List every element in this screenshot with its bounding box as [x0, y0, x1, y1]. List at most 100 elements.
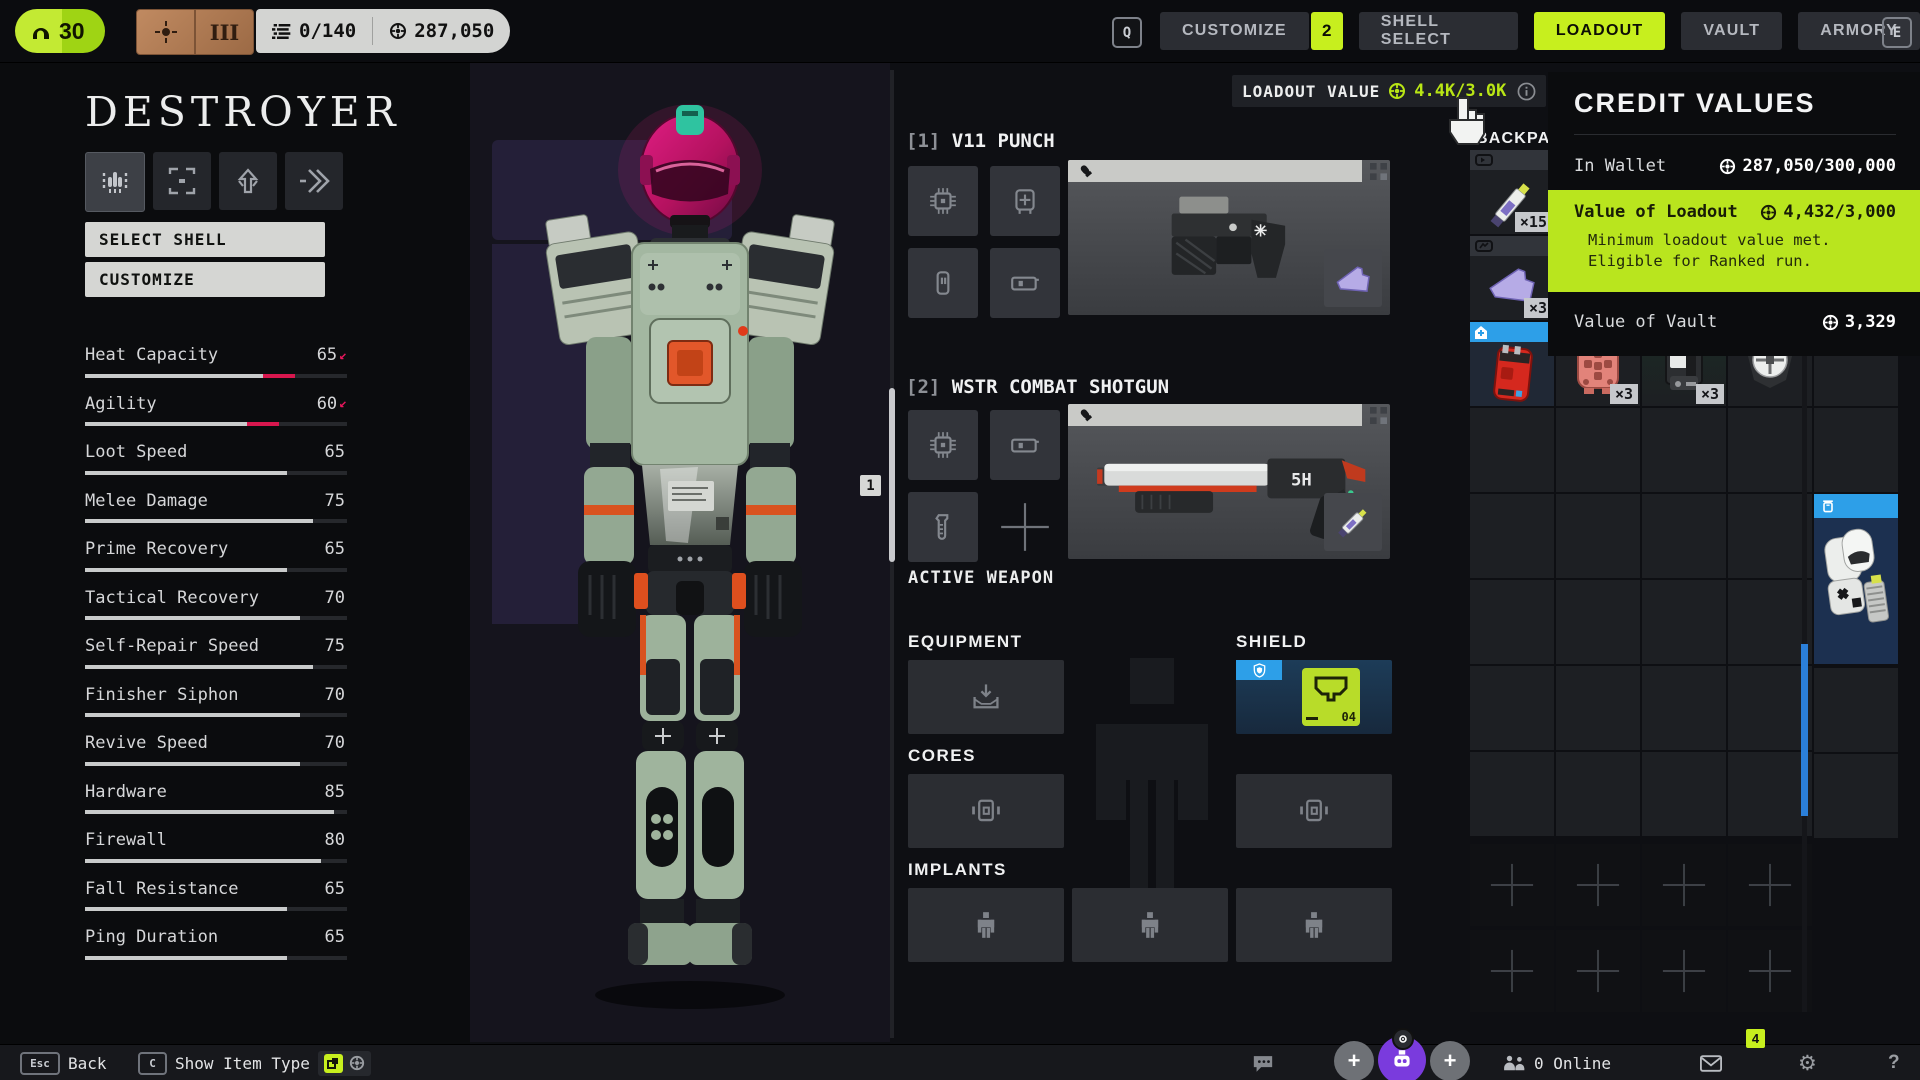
- back-button[interactable]: Esc Back: [20, 1045, 107, 1080]
- backpack-cell[interactable]: [1728, 494, 1812, 578]
- weapon2-header: [2] WSTR COMBAT SHOTGUN: [906, 376, 1169, 398]
- backpack-cell[interactable]: [1814, 408, 1898, 492]
- backpack-item-magazine[interactable]: ×3: [1470, 236, 1554, 320]
- person-icon: [1300, 911, 1328, 939]
- weapon2-slot-stock[interactable]: [990, 410, 1060, 480]
- stat-bar: [85, 422, 347, 426]
- select-shell-button[interactable]: SELECT SHELL: [85, 222, 325, 257]
- backpack-cell[interactable]: [1728, 580, 1812, 664]
- online-status[interactable]: 0 Online: [1502, 1045, 1611, 1080]
- backpack-cell[interactable]: [1470, 666, 1554, 750]
- stats-view-button[interactable]: [85, 152, 145, 212]
- stat-decrease-icon: ↙: [339, 396, 347, 411]
- weapon2-slot-chip[interactable]: [908, 410, 978, 480]
- implant-slot-1[interactable]: [908, 888, 1064, 962]
- backpack-cell[interactable]: [1642, 666, 1726, 750]
- backpack-cell[interactable]: [1814, 754, 1898, 838]
- emote-button[interactable]: [1378, 1036, 1426, 1080]
- loadout-value-bar: LOADOUT VALUE 4.4K/3.0K: [1232, 75, 1546, 107]
- tab-customize[interactable]: CUSTOMIZE2: [1160, 12, 1343, 50]
- backpack-cell[interactable]: [1642, 752, 1726, 836]
- settings-button[interactable]: ⚙: [1798, 1045, 1817, 1080]
- player-level-badge[interactable]: 30: [15, 9, 105, 53]
- stat-name: Self-Repair Speed: [85, 636, 259, 656]
- weapon1-slot-chip[interactable]: [908, 166, 978, 236]
- backpack-cell[interactable]: [1728, 666, 1812, 750]
- key-hint-q: Q: [1112, 17, 1142, 48]
- backpack-cell[interactable]: [1556, 752, 1640, 836]
- stat-name: Ping Duration: [85, 927, 218, 947]
- resources-pill[interactable]: 0/140 287,050: [256, 9, 510, 53]
- weapon2-mod-item[interactable]: [1324, 493, 1382, 551]
- backpack-cell[interactable]: [1728, 752, 1812, 836]
- upgrade-view-button[interactable]: [219, 152, 277, 210]
- backpack-cell[interactable]: [1642, 408, 1726, 492]
- emote-next-button[interactable]: +: [1430, 1041, 1470, 1080]
- loadout-screen: 1 30 III 0/140 287,050 Q CUSTOMIZE2SHELL…: [0, 0, 1920, 1080]
- inspect-view-button[interactable]: [153, 152, 211, 210]
- core-slot-1[interactable]: [908, 774, 1064, 848]
- stock-icon: [1009, 430, 1041, 460]
- magazine-icon: [928, 268, 958, 298]
- weapon1-slot-stock[interactable]: [990, 248, 1060, 318]
- backpack-item-syringe[interactable]: ×15: [1470, 150, 1554, 234]
- tab-loadout[interactable]: LOADOUT: [1534, 12, 1666, 50]
- tab-vault[interactable]: VAULT: [1681, 12, 1782, 50]
- implant-slot-2[interactable]: [1072, 888, 1228, 962]
- backpack-scrollbar-thumb[interactable]: [1801, 644, 1808, 816]
- tab-badge: 2: [1311, 12, 1343, 50]
- show-item-type-toggle[interactable]: C Show Item Type: [138, 1045, 371, 1080]
- backpack-cell[interactable]: [1642, 494, 1726, 578]
- core-slot-2[interactable]: [1236, 774, 1392, 848]
- tab-shell-select[interactable]: SHELL SELECT: [1359, 12, 1518, 50]
- mail-button[interactable]: 4: [1700, 1045, 1722, 1080]
- backpack-item-medkit[interactable]: [1470, 322, 1554, 406]
- weapon2-name: WSTR COMBAT SHOTGUN: [952, 376, 1169, 398]
- scrollbar-thumb[interactable]: [889, 388, 895, 562]
- item-type-strip: [1814, 494, 1898, 518]
- plus-icon: [999, 501, 1051, 553]
- shield-item[interactable]: 04: [1302, 668, 1360, 726]
- main-tabs: CUSTOMIZE2SHELL SELECTLOADOUTVAULTARMORY: [1160, 12, 1920, 50]
- weapon1-name: V11 PUNCH: [952, 130, 1055, 152]
- weapon1-mod-item[interactable]: [1324, 249, 1382, 307]
- equipment-slot[interactable]: [908, 660, 1064, 734]
- implants-label: IMPLANTS: [908, 860, 1007, 880]
- implant-slot-3[interactable]: [1236, 888, 1392, 962]
- backpack-cell[interactable]: [1642, 580, 1726, 664]
- backpack-cell[interactable]: [1470, 752, 1554, 836]
- shield-slot[interactable]: 04: [1236, 660, 1392, 734]
- loadout-info-button[interactable]: [1517, 82, 1536, 101]
- backpack-cell[interactable]: [1728, 408, 1812, 492]
- backpack-cell[interactable]: [1470, 580, 1554, 664]
- help-button[interactable]: ?: [1888, 1045, 1900, 1080]
- loadout-value-block: Value of Loadout 4,432/3,000 Minimum loa…: [1548, 190, 1920, 292]
- stat-value: 65: [325, 927, 345, 947]
- shield-item-value: 04: [1342, 710, 1356, 724]
- item-count: ×3: [1610, 384, 1638, 404]
- backpack-item-armor[interactable]: [1814, 494, 1898, 664]
- skip-view-button[interactable]: [285, 152, 343, 210]
- emote-prev-button[interactable]: +: [1334, 1041, 1374, 1080]
- scan-counter: 0/140: [256, 17, 372, 45]
- stat-row: Fall Resistance65: [85, 868, 347, 917]
- weapon1-card[interactable]: [1068, 160, 1390, 315]
- backpack-cell[interactable]: [1814, 668, 1898, 752]
- backpack-cell[interactable]: [1556, 580, 1640, 664]
- weapon2-slot-empty[interactable]: [990, 492, 1060, 562]
- weapon1-slot-sight[interactable]: [990, 166, 1060, 236]
- weapon2-card[interactable]: 5H: [1068, 404, 1390, 559]
- weapon1-slot-magazine[interactable]: [908, 248, 978, 318]
- backpack-cell[interactable]: [1556, 494, 1640, 578]
- weapon2-slot-tube[interactable]: [908, 492, 978, 562]
- tier-badge[interactable]: III: [136, 9, 254, 55]
- core-icon: [1297, 796, 1331, 826]
- person-icon: [972, 911, 1000, 939]
- backpack-cell[interactable]: [1556, 408, 1640, 492]
- backpack-cell[interactable]: [1556, 666, 1640, 750]
- chat-button[interactable]: [1252, 1045, 1274, 1080]
- stat-value: 65: [325, 879, 345, 899]
- backpack-cell[interactable]: [1470, 494, 1554, 578]
- backpack-cell[interactable]: [1470, 408, 1554, 492]
- customize-shell-button[interactable]: CUSTOMIZE: [85, 262, 325, 297]
